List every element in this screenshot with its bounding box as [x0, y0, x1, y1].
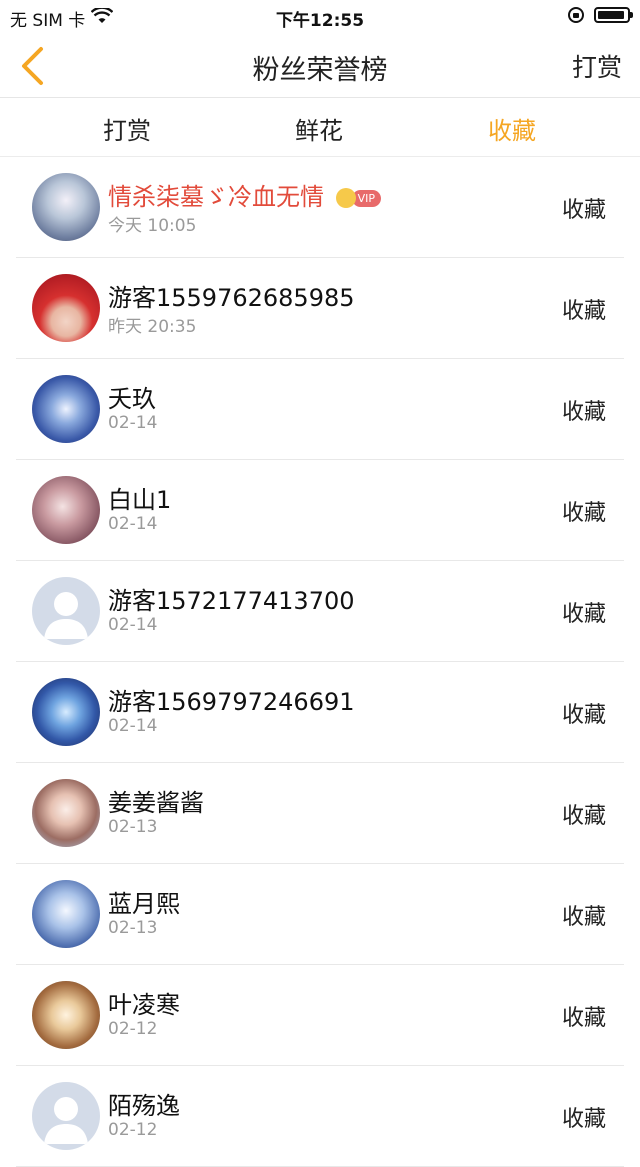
timestamp: 昨天 20:35	[108, 317, 197, 337]
avatar	[32, 274, 100, 342]
avatar	[32, 577, 100, 645]
nav-bar: 粉丝荣誉榜 打赏	[0, 34, 640, 98]
action-label: 收藏	[561, 1006, 606, 1031]
avatar	[32, 981, 100, 1049]
timestamp: 02-14	[108, 716, 158, 736]
list-item[interactable]: 叶凌寒 02-12 收藏	[16, 965, 624, 1066]
timestamp: 02-14	[108, 413, 158, 433]
tab-favorites[interactable]: 收藏	[452, 111, 572, 146]
list-item[interactable]: 夭玖 02-14 收藏	[16, 359, 624, 460]
list-item[interactable]: 情杀柒墓ゞ冷血无情 VIP 今天 10:05 收藏	[16, 157, 624, 258]
reward-button[interactable]: 打赏	[572, 48, 622, 84]
user-name: 游客1569797246691	[108, 688, 355, 716]
status-right	[568, 7, 633, 23]
timestamp: 02-12	[108, 1120, 158, 1140]
action-label: 收藏	[561, 804, 606, 829]
fan-list: 情杀柒墓ゞ冷血无情 VIP 今天 10:05 收藏 游客155976268598…	[0, 157, 640, 1167]
action-label: 收藏	[561, 703, 606, 728]
status-bar: 无 SIM 卡 下午12:55	[0, 0, 640, 34]
user-name: 游客1559762685985	[108, 284, 355, 312]
timestamp: 02-14	[108, 615, 158, 635]
user-name: 叶凌寒	[108, 991, 180, 1019]
tab-reward[interactable]: 打赏	[67, 111, 187, 146]
user-name: 陌殇逸	[108, 1092, 180, 1120]
user-name: 白山1	[108, 486, 172, 514]
default-avatar-icon	[44, 592, 88, 639]
action-label: 收藏	[561, 198, 606, 223]
timestamp: 02-14	[108, 514, 158, 534]
action-label: 收藏	[561, 905, 606, 930]
list-item[interactable]: 白山1 02-14 收藏	[16, 460, 624, 561]
action-label: 收藏	[561, 400, 606, 425]
avatar	[32, 375, 100, 443]
list-item[interactable]: 姜姜酱酱 02-13 收藏	[16, 763, 624, 864]
list-item[interactable]: 游客1569797246691 02-14 收藏	[16, 662, 624, 763]
user-name: 蓝月熙	[108, 890, 180, 918]
page-title: 粉丝荣誉榜	[252, 55, 388, 86]
status-time: 下午12:55	[275, 11, 365, 31]
tab-bar: 打赏 鲜花 收藏	[0, 99, 640, 157]
user-name: 姜姜酱酱	[108, 789, 204, 817]
action-label: 收藏	[561, 501, 606, 526]
list-item[interactable]: 陌殇逸 02-12 收藏	[16, 1066, 624, 1167]
tab-flowers[interactable]: 鲜花	[259, 111, 379, 146]
avatar	[32, 1082, 100, 1150]
action-label: 收藏	[561, 299, 606, 324]
list-item[interactable]: 游客1559762685985 昨天 20:35 收藏	[16, 258, 624, 359]
user-name: 夭玖	[108, 385, 156, 413]
avatar	[32, 173, 100, 241]
action-label: 收藏	[561, 602, 606, 627]
orientation-lock-icon	[568, 7, 584, 23]
vip-label: VIP	[351, 189, 382, 207]
user-name: 游客1572177413700	[108, 587, 355, 615]
battery-icon	[594, 7, 633, 23]
timestamp: 02-12	[108, 1019, 158, 1039]
avatar	[32, 678, 100, 746]
timestamp: 02-13	[108, 918, 158, 938]
vip-badge: VIP	[335, 188, 382, 208]
timestamp: 今天 10:05	[108, 216, 197, 236]
action-label: 收藏	[561, 1107, 606, 1132]
list-item[interactable]: 蓝月熙 02-13 收藏	[16, 864, 624, 965]
default-avatar-icon	[44, 1097, 88, 1144]
crown-icon	[335, 188, 356, 208]
user-name: 情杀柒墓ゞ冷血无情 VIP	[108, 177, 382, 212]
list-item[interactable]: 游客1572177413700 02-14 收藏	[16, 561, 624, 662]
avatar	[32, 779, 100, 847]
avatar	[32, 880, 100, 948]
avatar	[32, 476, 100, 544]
timestamp: 02-13	[108, 817, 158, 837]
